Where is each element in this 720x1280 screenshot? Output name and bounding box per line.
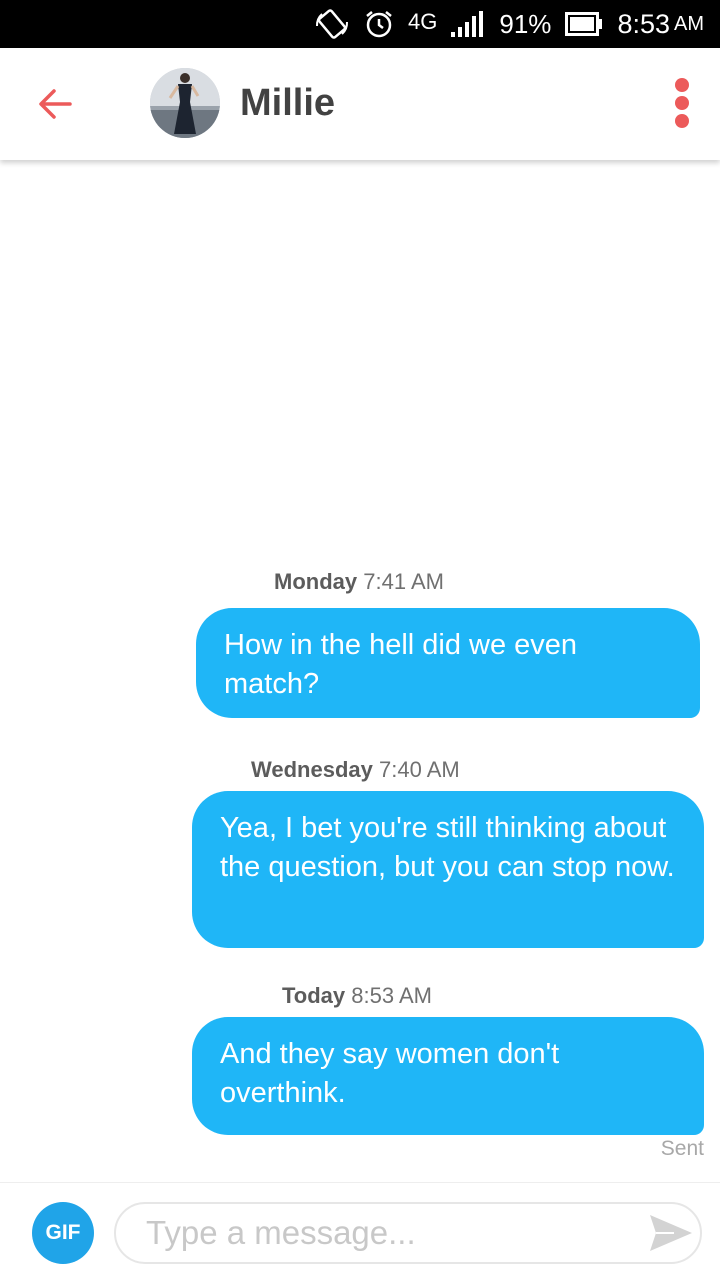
send-button[interactable] [648,1213,694,1253]
clock-time: 8:53 [617,8,670,39]
timestamp-day: Today [282,983,346,1008]
timestamp-time: 7:40 AM [378,757,460,782]
clock: 8:53 AM [617,9,704,40]
timestamp: Monday 7:41 AM [274,569,444,595]
avatar[interactable] [150,68,220,138]
chat-header: Millie [0,48,720,160]
back-arrow-icon [39,89,72,119]
timestamp: Today 8:53 AM [282,983,432,1009]
timestamp-time: 8:53 AM [351,983,432,1008]
message-bubble[interactable]: And they say women don't overthink. [192,1017,704,1135]
rotate-icon [314,8,350,40]
avatar-photo [150,68,220,138]
timestamp-day: Monday [274,569,358,594]
message-input[interactable] [114,1202,702,1264]
signal-icon [451,11,485,37]
contact-name[interactable]: Millie [240,82,335,125]
clock-ampm: AM [674,12,704,35]
status-bar: 4G 91% 8:53 AM [0,0,720,48]
message-composer: GIF [0,1182,720,1280]
timestamp-day: Wednesday [251,757,373,782]
overflow-menu-button[interactable] [670,78,694,128]
overflow-menu-icon [670,78,694,128]
message-bubble[interactable]: Yea, I bet you're still thinking about t… [192,791,704,948]
timestamp-time: 7:41 AM [363,569,444,594]
message-bubble[interactable]: How in the hell did we even match? [196,608,700,718]
sent-status: Sent [660,1137,704,1160]
timestamp: Wednesday 7:40 AM [251,757,460,783]
alarm-icon [364,9,394,39]
battery-icon [565,12,603,36]
battery-percent: 91% [499,8,552,39]
back-button[interactable] [36,84,76,124]
send-icon [650,1215,692,1251]
gif-button[interactable]: GIF [32,1202,94,1264]
network-4g-icon: 4G [408,9,438,34]
